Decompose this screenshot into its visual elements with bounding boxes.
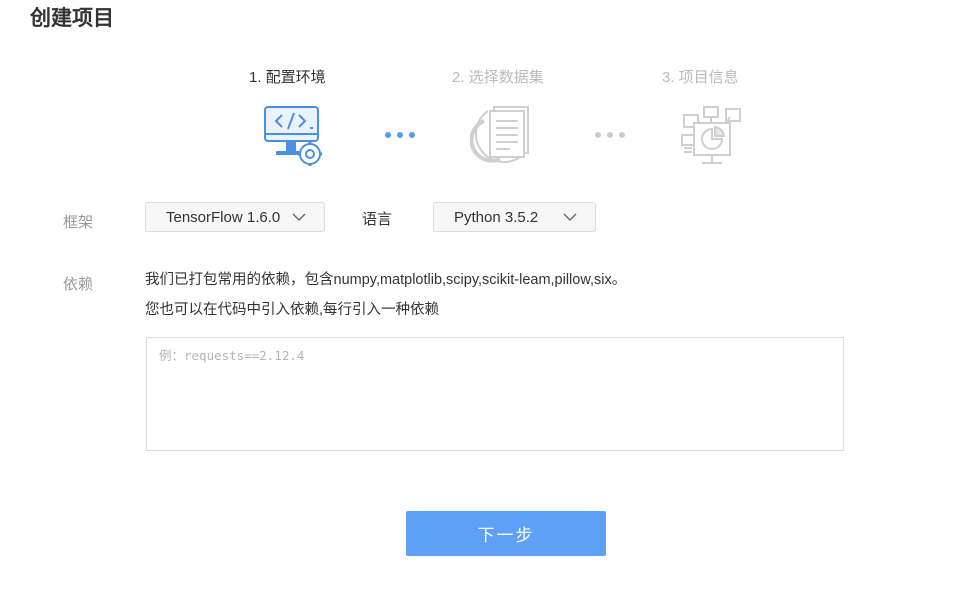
chevron-down-icon: [292, 213, 306, 221]
project-info-chart-icon: [680, 103, 744, 174]
dependencies-label: 依赖: [63, 276, 94, 293]
dataset-documents-icon: [469, 103, 532, 172]
code-monitor-gear-icon: [262, 103, 326, 174]
page-title: 创建项目: [30, 7, 114, 30]
step-connector-active: [385, 132, 415, 138]
step-label-select-dataset: 2. 选择数据集: [452, 69, 544, 86]
step-connector-inactive: [595, 132, 625, 138]
framework-select-value: TensorFlow 1.6.0: [166, 208, 281, 226]
framework-label: 框架: [63, 214, 94, 231]
dependencies-description-line1: 我们已打包常用的依赖，包含numpy,matplotlib,scipy,scik…: [145, 272, 627, 288]
next-step-button[interactable]: 下一步: [406, 511, 606, 556]
framework-select[interactable]: TensorFlow 1.6.0: [145, 202, 325, 232]
language-select-value: Python 3.5.2: [454, 208, 539, 226]
step-label-project-info: 3. 项目信息: [662, 69, 739, 86]
language-label: 语言: [362, 211, 393, 228]
dependencies-input[interactable]: [146, 337, 844, 451]
dependencies-description-line2: 您也可以在代码中引入依赖,每行引入一种依赖: [145, 302, 440, 318]
chevron-down-icon: [563, 213, 577, 221]
step-label-config-env: 1. 配置环境: [249, 69, 326, 86]
language-select[interactable]: Python 3.5.2: [433, 202, 596, 232]
